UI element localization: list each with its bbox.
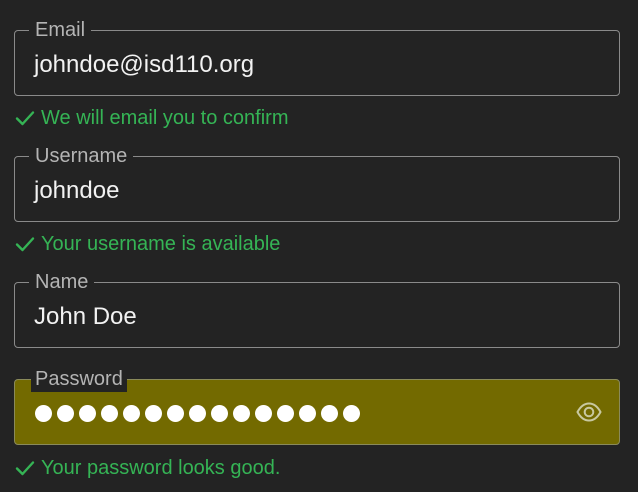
email-field[interactable]: Email johndoe@isd110.org [14, 17, 620, 96]
email-value[interactable]: johndoe@isd110.org [34, 50, 254, 80]
name-value[interactable]: John Doe [34, 302, 137, 332]
eye-icon[interactable] [576, 400, 602, 424]
password-dot [189, 404, 206, 422]
name-label: Name [29, 269, 95, 295]
password-dot [57, 404, 74, 422]
username-value[interactable]: johndoe [34, 176, 119, 206]
password-field[interactable]: Password [14, 366, 620, 445]
email-label: Email [29, 17, 92, 43]
username-helper-text: Your username is available [41, 232, 281, 255]
password-dot [123, 404, 140, 422]
password-dot [101, 404, 118, 422]
password-label: Password [31, 366, 127, 392]
check-icon [14, 233, 36, 255]
password-dot [79, 404, 96, 422]
check-icon [14, 107, 36, 129]
password-dot [255, 404, 272, 422]
username-helper: Your username is available [14, 231, 280, 257]
password-dot [343, 404, 360, 422]
username-label: Username [29, 143, 134, 169]
password-dot [299, 404, 316, 422]
username-field[interactable]: Username johndoe [14, 143, 620, 222]
email-helper: We will email you to confirm [14, 105, 288, 131]
password-helper-text: Your password looks good. [41, 456, 281, 479]
name-field[interactable]: Name John Doe [14, 269, 620, 348]
password-dot [233, 404, 250, 422]
password-dot [167, 404, 184, 422]
password-dot [35, 404, 52, 422]
password-dot [277, 404, 294, 422]
email-helper-text: We will email you to confirm [41, 106, 289, 129]
password-dot [145, 404, 162, 422]
password-helper: Your password looks good. [14, 455, 280, 481]
password-dot [211, 404, 228, 422]
password-masked-value[interactable] [35, 402, 365, 424]
password-dot [321, 404, 338, 422]
check-icon [14, 457, 36, 479]
